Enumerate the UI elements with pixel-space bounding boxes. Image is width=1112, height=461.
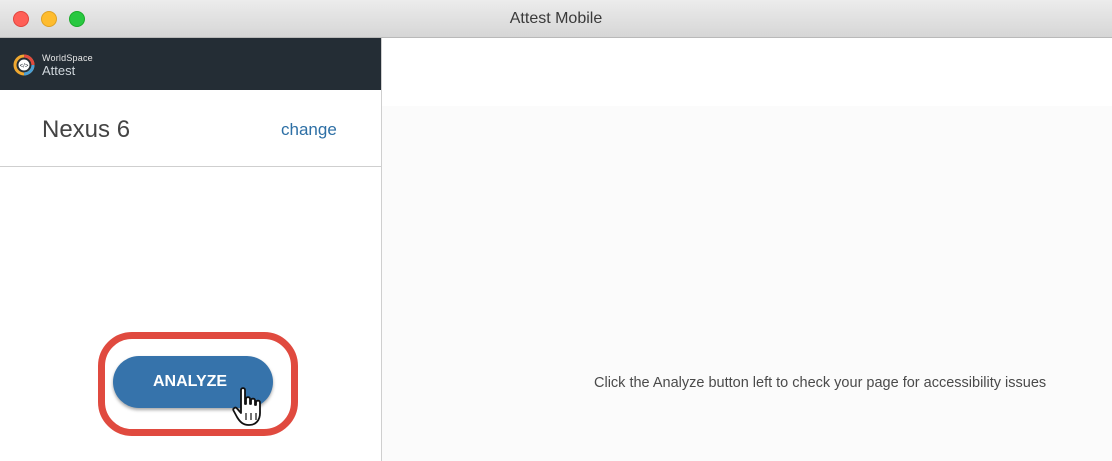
worldspace-logo-icon: </> [13, 54, 35, 76]
sidebar: </> WorldSpace Attest Nexus 6 change ANA… [0, 38, 382, 461]
window-titlebar: Attest Mobile [0, 0, 1112, 38]
main-panel: Click the Analyze button left to check y… [382, 38, 1112, 461]
window-title: Attest Mobile [509, 10, 603, 27]
svg-text:</>: </> [20, 64, 29, 70]
brand-worldspace-text: WorldSpace [42, 53, 93, 63]
results-area: Click the Analyze button left to check y… [382, 106, 1112, 461]
device-row: Nexus 6 change [0, 90, 381, 167]
change-device-link[interactable]: change [281, 120, 337, 140]
analyze-hint-text: Click the Analyze button left to check y… [594, 375, 1047, 391]
brand-bar: </> WorldSpace Attest [0, 38, 381, 90]
device-name: Nexus 6 [42, 116, 131, 143]
hand-pointer-icon [232, 387, 261, 426]
brand-attest-text: Attest [42, 63, 76, 78]
